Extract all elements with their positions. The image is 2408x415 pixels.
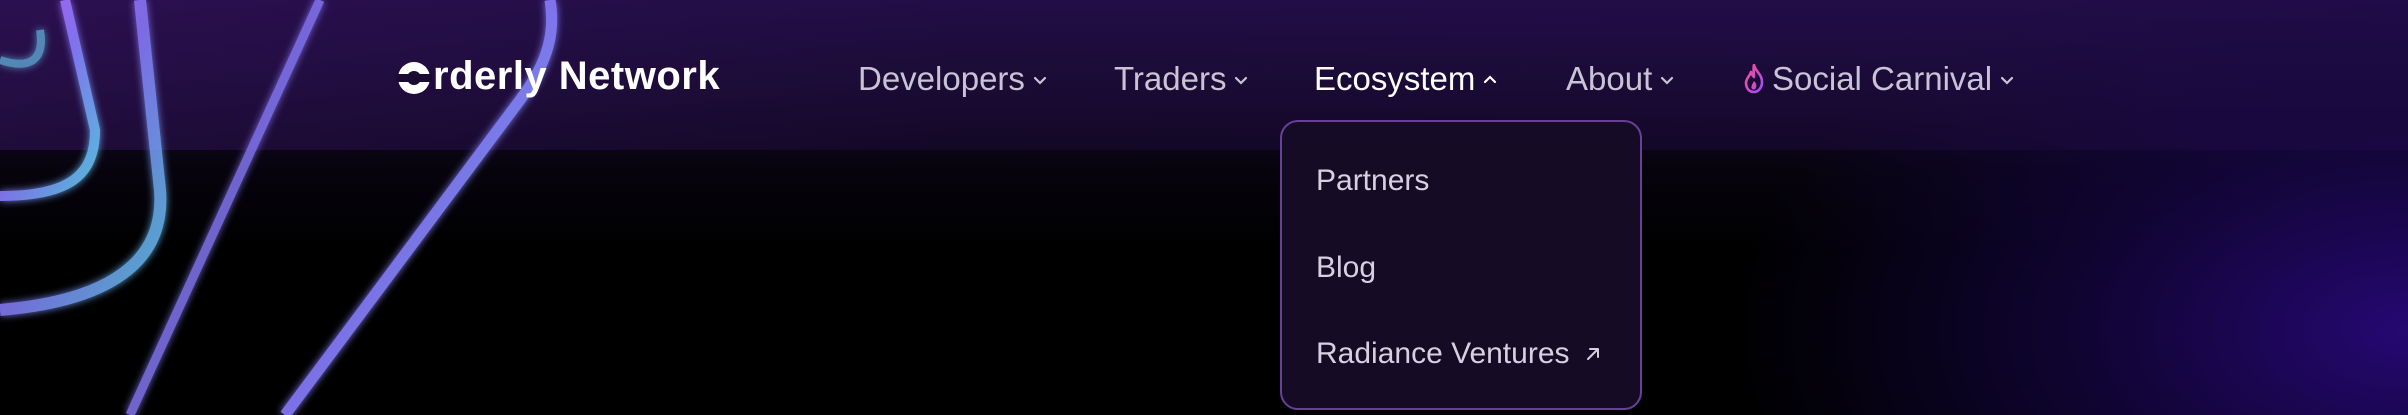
nav-item-traders[interactable]: Traders (1114, 54, 1249, 104)
flame-icon (1744, 64, 1764, 94)
dropdown-item-blog[interactable]: Blog (1316, 246, 1376, 290)
nav-label: Traders (1114, 60, 1227, 97)
nav-label: Ecosystem (1314, 60, 1476, 97)
external-link-arrow-icon (1586, 348, 1599, 360)
nav-item-ecosystem[interactable]: Ecosystem (1314, 54, 1498, 104)
nav-label: About (1566, 60, 1653, 97)
nav-item-about[interactable]: About (1566, 54, 1675, 104)
dropdown-item-radiance-ventures[interactable]: Radiance Ventures (1316, 332, 1602, 376)
chevron-down-icon (1235, 76, 1248, 85)
brand-name: rderly Network (433, 54, 721, 98)
nav-item-developers[interactable]: Developers (858, 54, 1048, 104)
orderly-logo-mark-icon (396, 61, 432, 94)
page-background: rderly Network Developers Traders Ecosys… (0, 0, 2408, 415)
dropdown-item-label: Radiance Ventures (1316, 337, 1570, 370)
chevron-up-icon (1484, 75, 1497, 84)
nav-label: Developers (858, 60, 1025, 97)
chevron-down-icon (2000, 76, 2014, 85)
chevron-down-icon (1661, 76, 1674, 85)
dropdown-item-partners[interactable]: Partners (1316, 159, 1429, 203)
chevron-down-icon (1033, 76, 1047, 85)
ecosystem-dropdown-menu: Partners Blog Radiance Ventures (1280, 120, 1642, 410)
brand-logo[interactable]: rderly Network (396, 54, 720, 99)
nav-item-social-carnival[interactable]: Social Carnival (1742, 54, 2015, 104)
dropdown-item-label: Blog (1316, 251, 1377, 284)
dropdown-item-label: Partners (1316, 164, 1430, 197)
nav-label: Social Carnival (1772, 60, 1993, 97)
